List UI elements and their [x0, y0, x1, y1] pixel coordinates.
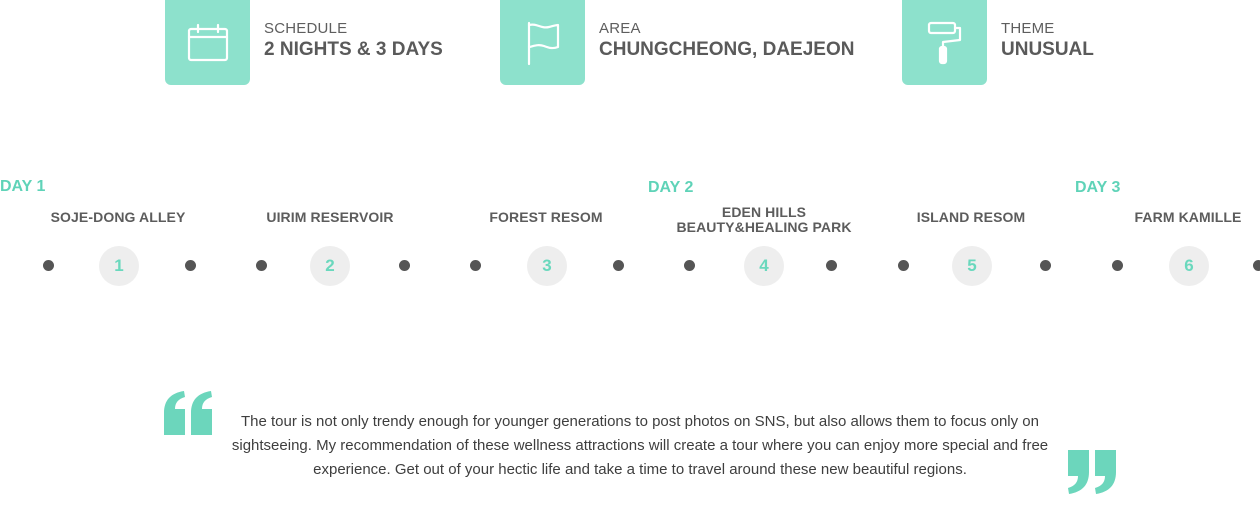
- stop-number-4[interactable]: 4: [744, 246, 784, 286]
- stop-name-line: SOJE-DONG ALLEY: [50, 209, 186, 225]
- theme-value: UNUSUAL: [1001, 39, 1094, 60]
- timeline-dot: [399, 260, 410, 271]
- timeline-dot: [1112, 260, 1123, 271]
- stop-name-line: FOREST RESOM: [489, 209, 603, 225]
- quote-text: The tour is not only trendy enough for y…: [231, 413, 1049, 478]
- stop-name-2: UIRIM RESERVOIR: [220, 210, 440, 225]
- stop-name-line: FARM KAMILLE: [1134, 209, 1242, 225]
- schedule-card: SCHEDULE 2 NIGHTS & 3 DAYS: [165, 0, 443, 85]
- stop-number-3[interactable]: 3: [527, 246, 567, 286]
- open-quote-icon: [164, 391, 214, 440]
- schedule-value: 2 NIGHTS & 3 DAYS: [264, 39, 443, 60]
- schedule-label: SCHEDULE: [264, 20, 348, 37]
- theme-label: THEME: [1001, 20, 1055, 37]
- timeline-dot: [613, 260, 624, 271]
- stop-name-line: EDEN HILLS: [721, 204, 807, 220]
- timeline-dot: [470, 260, 481, 271]
- timeline-dot: [1253, 260, 1260, 271]
- timeline-dot: [43, 260, 54, 271]
- timeline-dot: [1040, 260, 1051, 271]
- timeline-dot: [898, 260, 909, 271]
- area-value: CHUNGCHEONG, DAEJEON: [599, 39, 855, 60]
- timeline-dot: [256, 260, 267, 271]
- day-label-3: DAY 3: [1075, 179, 1121, 196]
- tour-info-page: SCHEDULE 2 NIGHTS & 3 DAYS AREA CHUNGCHE…: [0, 0, 1260, 508]
- stop-number-5[interactable]: 5: [952, 246, 992, 286]
- stop-number-1[interactable]: 1: [99, 246, 139, 286]
- stop-name-4: EDEN HILLS BEAUTY&HEALING PARK: [654, 205, 874, 235]
- calendar-icon: [165, 0, 250, 85]
- stop-name-1: SOJE-DONG ALLEY: [8, 210, 228, 225]
- stop-name-3: FOREST RESOM: [436, 210, 656, 225]
- area-label: AREA: [599, 20, 641, 37]
- flag-icon: [500, 0, 585, 85]
- timeline-dot: [185, 260, 196, 271]
- stop-name-line: UIRIM RESERVOIR: [266, 209, 394, 225]
- stop-number-6[interactable]: 6: [1169, 246, 1209, 286]
- theme-card: THEME UNUSUAL: [902, 0, 1094, 85]
- stop-name-5: ISLAND RESOM: [861, 210, 1081, 225]
- stop-number-2[interactable]: 2: [310, 246, 350, 286]
- day-label-2: DAY 2: [648, 179, 694, 196]
- stop-name-line: ISLAND RESOM: [916, 209, 1026, 225]
- day-label-1: DAY 1: [0, 178, 46, 195]
- paint-roller-icon: [902, 0, 987, 85]
- close-quote-icon: [1068, 450, 1118, 499]
- timeline-dot: [826, 260, 837, 271]
- timeline-dot: [684, 260, 695, 271]
- stop-name-6: FARM KAMILLE: [1078, 210, 1260, 225]
- stop-name-line: BEAUTY&HEALING PARK: [676, 219, 852, 235]
- area-card: AREA CHUNGCHEONG, DAEJEON: [500, 0, 854, 85]
